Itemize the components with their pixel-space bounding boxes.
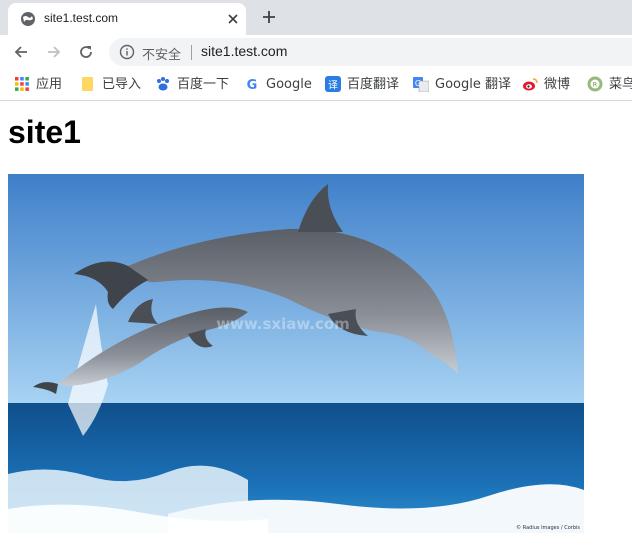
close-icon[interactable]	[225, 11, 241, 27]
bookmark-label: Google 翻译	[435, 77, 511, 92]
bookmark-label: 应用	[36, 77, 63, 92]
runoob-icon: R	[587, 76, 603, 92]
url-text[interactable]: site1.test.com	[201, 43, 287, 59]
page-content: site1 www.sxiaw.com © Radius Images / Co…	[0, 101, 632, 554]
globe-icon	[21, 12, 35, 26]
folder-icon	[82, 77, 93, 91]
toolbar: 不安全 site1.test.com	[0, 35, 632, 69]
back-arrow-icon[interactable]	[12, 43, 30, 61]
svg-text:G: G	[247, 78, 258, 92]
dolphins-jumping-photo: www.sxiaw.com © Radius Images / Corbis	[8, 174, 584, 533]
tab-strip: site1.test.com	[0, 0, 632, 35]
tab-site1[interactable]: site1.test.com	[8, 3, 246, 35]
photo-credit: © Radius Images / Corbis	[516, 524, 580, 531]
tab-title: site1.test.com	[44, 11, 119, 25]
info-icon[interactable]	[119, 44, 135, 60]
weibo-icon	[523, 78, 538, 91]
bookmark-label: 百度一下	[177, 77, 230, 92]
bookmark-label: 已导入	[102, 77, 142, 92]
reload-icon[interactable]	[77, 43, 95, 61]
baidu-paw-icon	[157, 77, 169, 91]
svg-text:R: R	[593, 82, 597, 89]
bookmark-label: 菜鸟	[609, 77, 632, 92]
apps-grid-icon	[15, 77, 29, 91]
google-icon: G	[247, 78, 258, 92]
bookmark-label: 百度翻译	[347, 77, 400, 92]
security-label[interactable]: 不安全	[142, 44, 181, 63]
address-bar[interactable]: 不安全 site1.test.com	[109, 38, 632, 66]
google-translate-icon: G	[413, 77, 429, 92]
plus-icon[interactable]	[261, 9, 277, 25]
bookmarks-bar: 应用 已导入 百度一下 G Google 译 百度翻译 G Google 翻译	[0, 69, 632, 101]
watermark-text: www.sxiaw.com	[216, 315, 350, 333]
omnibox-divider	[191, 45, 192, 60]
baidu-translate-icon: 译	[325, 76, 341, 92]
page-title: site1	[8, 114, 81, 150]
bookmark-label: 微博	[544, 77, 571, 92]
svg-text:G: G	[415, 79, 421, 88]
svg-text:译: 译	[328, 80, 338, 92]
bookmark-label: Google	[266, 77, 312, 92]
forward-arrow-icon[interactable]	[45, 43, 63, 61]
